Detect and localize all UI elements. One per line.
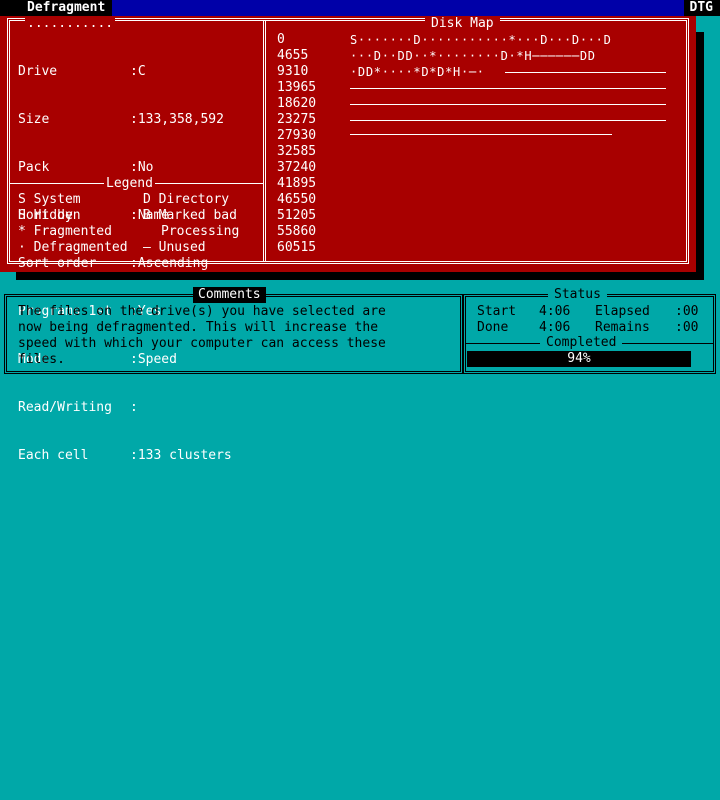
legend-marked-bad: B Marked bad bbox=[143, 208, 237, 223]
field-value: :133,358,592 bbox=[130, 112, 224, 127]
cell-number: 41895 bbox=[277, 176, 317, 191]
field-sort-order: Sort order :Ascending bbox=[18, 256, 232, 272]
field-value: :C bbox=[130, 64, 146, 79]
remains-value: :00 bbox=[675, 320, 699, 335]
cell-number: 55860 bbox=[277, 224, 317, 239]
progress-bar: 94% bbox=[467, 351, 691, 367]
cell-number: 27930 bbox=[277, 128, 317, 143]
disk-map-row: ·DD*····*D*D*H·─· bbox=[350, 65, 485, 79]
cell-number: 0 bbox=[277, 32, 285, 47]
progress-text: 94% bbox=[567, 351, 591, 366]
legend-processing: Processing bbox=[161, 224, 240, 239]
comments-title: Comments bbox=[193, 287, 266, 303]
comments-line: files. bbox=[18, 352, 65, 367]
disk-map-title: Disk Map bbox=[425, 16, 500, 32]
status-title: Status bbox=[548, 287, 607, 303]
field-label: Drive bbox=[18, 64, 58, 79]
legend-unused: — Unused bbox=[143, 240, 206, 255]
cell-number: 60515 bbox=[277, 240, 317, 255]
field-value: :Ascending bbox=[130, 256, 209, 271]
field-each-cell: Each cell :133 clusters bbox=[18, 448, 232, 464]
legend-system: S System bbox=[18, 192, 81, 207]
field-drive: Drive :C bbox=[18, 64, 232, 80]
start-label: Start bbox=[477, 304, 517, 319]
corner-label: DTG bbox=[683, 0, 720, 16]
field-value: :No bbox=[130, 160, 154, 175]
field-label: Sort order bbox=[18, 256, 97, 271]
start-value: 4:06 bbox=[539, 304, 571, 319]
cell-number: 46550 bbox=[277, 192, 317, 207]
info-fields: Drive:C Size:133,358,592 Pack:No Sort by… bbox=[18, 32, 232, 496]
disk-map-row: S·······D···········*···D···D···D bbox=[350, 33, 612, 47]
field-label: Size bbox=[18, 112, 50, 127]
unused-segment bbox=[505, 72, 666, 73]
divider-left bbox=[263, 20, 266, 262]
cell-number: 51205 bbox=[277, 208, 317, 223]
completed-title: Completed bbox=[540, 335, 623, 351]
done-value: 4:06 bbox=[539, 320, 571, 335]
disk-map-row: ···D··DD··*········D·*H──────DD bbox=[350, 49, 596, 63]
legend-title: Legend bbox=[104, 176, 155, 192]
field-read-writing: Read/Writing: bbox=[18, 400, 232, 416]
app-title: Defragment bbox=[0, 0, 113, 16]
defrag-main-panel: ........... Disk Map Drive :C Size :133,35… bbox=[0, 16, 696, 463]
comments-line: speed with which your computer can acces… bbox=[18, 336, 386, 351]
legend-defragmented: · Defragmented bbox=[18, 240, 128, 255]
comments-line: The files on the drive(s) you have selec… bbox=[18, 304, 386, 319]
header-dots: ........... bbox=[25, 16, 116, 32]
elapsed-label: Elapsed bbox=[595, 304, 650, 319]
unused-line bbox=[350, 104, 666, 105]
elapsed-value: :00 bbox=[675, 304, 699, 319]
unused-line bbox=[350, 134, 612, 135]
cell-number: 4655 bbox=[277, 48, 309, 63]
legend-directory: D Directory bbox=[143, 192, 230, 207]
field-value: :133 clusters bbox=[130, 448, 232, 463]
field-value: : bbox=[130, 400, 138, 415]
field-size: Size :133,358,592 bbox=[18, 112, 232, 128]
field-label: Pack bbox=[18, 160, 50, 175]
remains-label: Remains bbox=[595, 320, 650, 335]
cell-number: 37240 bbox=[277, 160, 317, 175]
comments-line: now being defragmented. This will increa… bbox=[18, 320, 379, 335]
field-label: Read/Writing bbox=[18, 400, 112, 415]
cell-number: 18620 bbox=[277, 96, 317, 111]
field-pack: Pack :No bbox=[18, 160, 232, 176]
cell-number: 9310 bbox=[277, 64, 309, 79]
cell-number: 13965 bbox=[277, 80, 317, 95]
done-label: Done bbox=[477, 320, 509, 335]
legend-hidden: H Hidden bbox=[18, 208, 81, 223]
unused-line bbox=[350, 120, 666, 121]
field-label: Each cell bbox=[18, 448, 89, 463]
legend-fragmented: * Fragmented bbox=[18, 224, 112, 239]
unused-line bbox=[350, 88, 666, 89]
cell-number: 32585 bbox=[277, 144, 317, 159]
cell-number: 23275 bbox=[277, 112, 317, 127]
